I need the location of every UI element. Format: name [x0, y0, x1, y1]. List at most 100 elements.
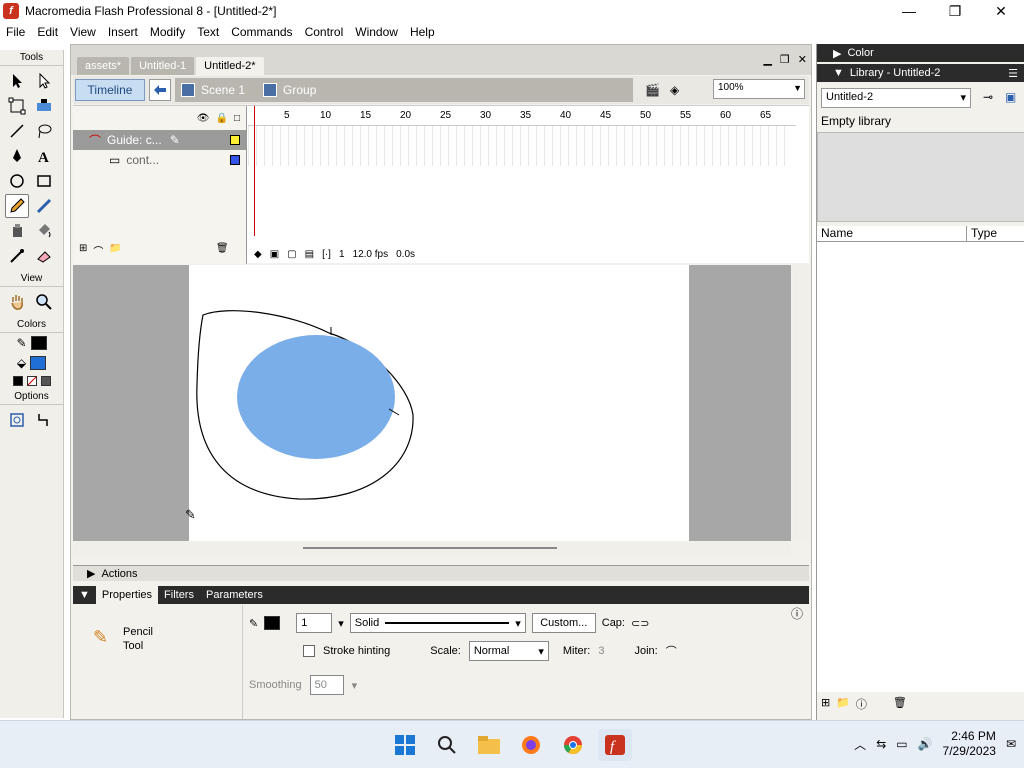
- file-explorer-icon[interactable]: [472, 729, 506, 761]
- display-icon[interactable]: ▭: [896, 737, 907, 751]
- scale-select[interactable]: Normal ▾: [468, 641, 549, 661]
- vertical-scrollbar[interactable]: [793, 265, 811, 541]
- playhead[interactable]: [254, 106, 255, 236]
- edit-scene-icon[interactable]: 🎬: [645, 83, 660, 97]
- miter-input[interactable]: 3: [598, 645, 604, 657]
- insert-layer-icon[interactable]: ⊞: [79, 243, 87, 258]
- search-icon[interactable]: [430, 729, 464, 761]
- center-frame-icon[interactable]: ◆: [254, 249, 262, 260]
- fill-color-swatch[interactable]: [30, 356, 47, 370]
- stroke-hinting-checkbox[interactable]: [303, 645, 315, 657]
- zoom-tool-icon[interactable]: [32, 290, 56, 314]
- pencil-tool-icon[interactable]: [5, 194, 29, 218]
- back-arrow-icon[interactable]: [149, 79, 171, 101]
- doc-close-button[interactable]: ✕: [798, 53, 807, 66]
- paint-bucket-tool-icon[interactable]: [32, 219, 56, 243]
- delete-icon[interactable]: 🗑: [893, 696, 907, 712]
- cap-select[interactable]: ⊂⊃: [631, 617, 649, 630]
- no-color-button[interactable]: [26, 376, 37, 386]
- pen-tool-icon[interactable]: [5, 144, 29, 168]
- breadcrumb-scene[interactable]: Scene 1: [181, 83, 245, 97]
- minimize-button[interactable]: —: [886, 0, 932, 22]
- pencil-mode-icon[interactable]: [32, 408, 56, 432]
- menu-view[interactable]: View: [64, 25, 102, 39]
- free-transform-tool-icon[interactable]: [5, 94, 29, 118]
- stroke-color-swatch[interactable]: [30, 336, 47, 350]
- panel-menu-icon[interactable]: ☰: [1008, 67, 1018, 80]
- hand-tool-icon[interactable]: [5, 290, 29, 314]
- close-button[interactable]: ✕: [978, 0, 1024, 22]
- network-icon[interactable]: ⇆: [876, 737, 886, 751]
- frame-area[interactable]: 5 10 15 20 25 30 35 40 45 50 55 60 65 ◆ …: [248, 106, 796, 264]
- doc-restore-button[interactable]: ❐: [780, 53, 790, 66]
- motion-guide-icon[interactable]: ⌒: [93, 243, 103, 258]
- menu-file[interactable]: File: [0, 25, 31, 39]
- layer-row-cont[interactable]: ▭ cont...: [73, 150, 246, 170]
- delete-layer-icon[interactable]: 🗑: [216, 243, 229, 258]
- notification-icon[interactable]: ✉: [1006, 737, 1016, 751]
- tab-properties[interactable]: Properties: [95, 586, 159, 604]
- column-type[interactable]: Type: [967, 226, 997, 241]
- menu-window[interactable]: Window: [349, 25, 404, 39]
- horizontal-scrollbar[interactable]: [73, 541, 791, 555]
- modify-markers-icon[interactable]: [·]: [322, 249, 331, 260]
- onion-skin-icon[interactable]: ▣: [270, 249, 279, 260]
- firefox-icon[interactable]: [514, 729, 548, 761]
- flash-taskbar-icon[interactable]: f: [598, 729, 632, 761]
- edit-multiple-icon[interactable]: ▤: [305, 249, 314, 260]
- properties-icon[interactable]: ⓘ: [856, 696, 867, 712]
- insert-folder-icon[interactable]: 📁: [109, 243, 121, 258]
- eyedropper-tool-icon[interactable]: [5, 244, 29, 268]
- clock[interactable]: 2:46 PM 7/29/2023: [943, 729, 996, 759]
- stroke-color-picker[interactable]: [264, 616, 281, 630]
- fill-transform-tool-icon[interactable]: [32, 94, 56, 118]
- swap-colors-button[interactable]: [40, 376, 51, 386]
- custom-button[interactable]: Custom...: [531, 613, 596, 633]
- join-select[interactable]: ⌒: [666, 643, 677, 659]
- edit-symbol-icon[interactable]: ◈: [670, 83, 679, 97]
- outline-icon[interactable]: □: [234, 113, 240, 124]
- actions-panel-header[interactable]: ▶ Actions: [73, 565, 809, 581]
- pin-library-icon[interactable]: ⊸: [983, 90, 993, 104]
- stage-canvas[interactable]: [189, 265, 689, 541]
- stroke-width-input[interactable]: 1: [296, 613, 333, 633]
- chevron-down-icon[interactable]: ▾: [338, 617, 344, 630]
- menu-modify[interactable]: Modify: [144, 25, 191, 39]
- library-document-select[interactable]: Untitled-2 ▾: [821, 88, 971, 108]
- doc-tab-assets[interactable]: assets*: [77, 57, 130, 75]
- menu-commands[interactable]: Commands: [225, 25, 298, 39]
- menu-text[interactable]: Text: [191, 25, 225, 39]
- doc-minimize-button[interactable]: ▁: [763, 53, 771, 66]
- text-tool-icon[interactable]: A: [32, 144, 56, 168]
- maximize-button[interactable]: ❐: [932, 0, 978, 22]
- doc-tab-untitled-2[interactable]: Untitled-2*: [196, 57, 264, 75]
- library-list[interactable]: [817, 242, 1024, 692]
- tab-filters[interactable]: Filters: [158, 589, 200, 601]
- eye-icon[interactable]: 👁: [197, 113, 210, 124]
- rectangle-tool-icon[interactable]: [32, 169, 56, 193]
- stroke-style-select[interactable]: Solid ▾: [349, 613, 526, 633]
- lock-icon[interactable]: 🔒: [216, 113, 228, 124]
- breadcrumb-group[interactable]: Group: [263, 83, 316, 97]
- lasso-tool-icon[interactable]: [32, 119, 56, 143]
- doc-tab-untitled-1[interactable]: Untitled-1: [131, 57, 195, 75]
- frame-grid[interactable]: [248, 126, 788, 166]
- windows-start-icon[interactable]: [388, 729, 422, 761]
- black-white-button[interactable]: [12, 376, 23, 386]
- menu-insert[interactable]: Insert: [102, 25, 144, 39]
- chevron-up-icon[interactable]: ︿: [854, 736, 866, 753]
- color-panel-header[interactable]: ▶ Color: [817, 44, 1024, 62]
- smoothing-input[interactable]: 50: [309, 675, 344, 695]
- library-panel-header[interactable]: ▼ Library - Untitled-2 ☰: [817, 64, 1024, 82]
- layer-row-guide[interactable]: ⌒ Guide: c... ✎: [73, 130, 246, 150]
- help-icon[interactable]: ⓘ: [791, 605, 803, 622]
- object-drawing-icon[interactable]: [5, 408, 29, 432]
- chevron-down-icon[interactable]: ▾: [352, 679, 358, 692]
- column-name[interactable]: Name: [817, 226, 967, 241]
- chrome-icon[interactable]: [556, 729, 590, 761]
- new-library-panel-icon[interactable]: ▣: [1005, 90, 1016, 104]
- ink-bottle-tool-icon[interactable]: [5, 219, 29, 243]
- selection-tool-icon[interactable]: [5, 69, 29, 93]
- oval-tool-icon[interactable]: [5, 169, 29, 193]
- new-folder-icon[interactable]: 📁: [836, 696, 850, 712]
